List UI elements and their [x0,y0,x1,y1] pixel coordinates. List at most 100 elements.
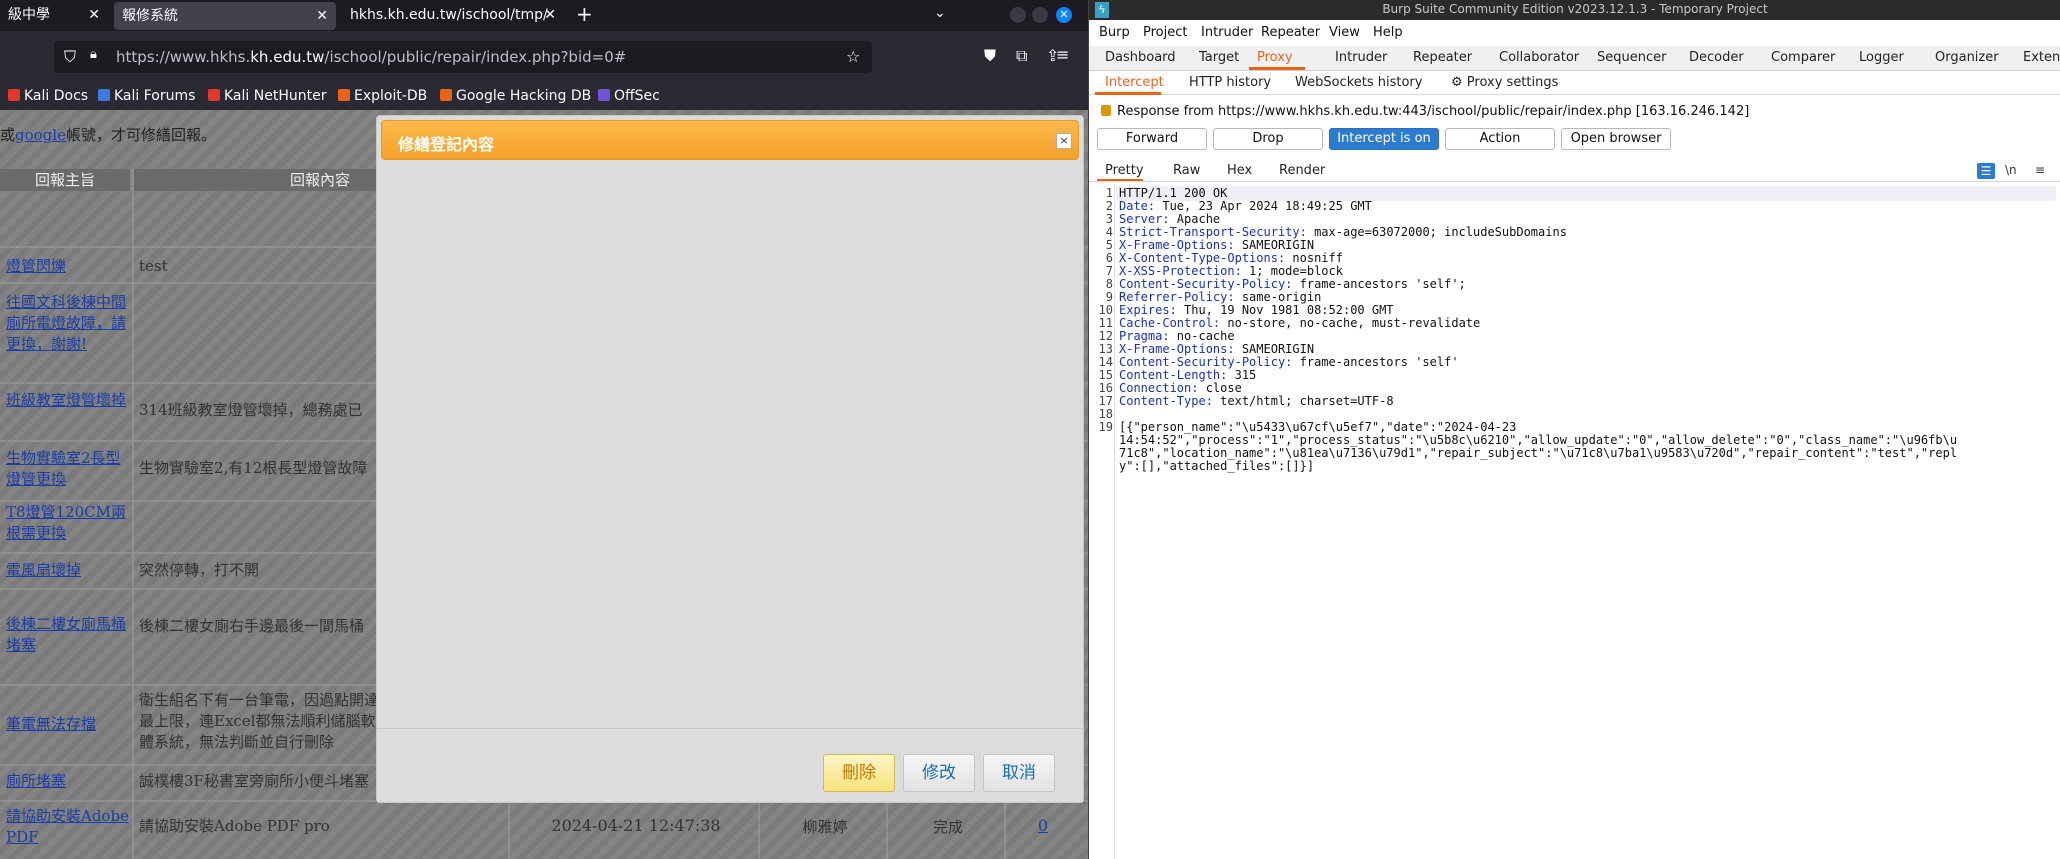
tab-raw[interactable]: Raw [1173,163,1200,178]
pocket-icon[interactable]: ⛊ [984,46,996,66]
tab-comparer[interactable]: Comparer [1771,50,1835,65]
hamburger-menu-icon[interactable]: ≡ [1056,45,1069,64]
menu-project[interactable]: Project [1143,25,1187,40]
nethunter-icon [208,89,220,101]
row-subject-link[interactable]: 班級教室燈管壞掉 [6,390,130,411]
edit-button[interactable]: 修改 [903,754,975,792]
dialog-title-bar[interactable]: 修繕登記內容 × [381,120,1079,160]
ghdb-icon [440,89,452,101]
response-body-wrap-line: 14:54:52","process":"1","process_status"… [1119,433,1958,447]
close-icon[interactable]: ✕ [88,0,100,31]
close-icon[interactable]: ✕ [544,0,556,31]
tab-pretty[interactable]: Pretty [1105,163,1144,178]
bookmark-kali-forums[interactable]: Kali Forums [98,88,195,104]
line-number: 8 [1105,277,1113,291]
extensions-icon[interactable]: ⧉ [1016,46,1027,66]
close-icon[interactable]: ✕ [316,2,328,30]
tab-hex[interactable]: Hex [1227,163,1252,178]
row-status: 完成 [932,818,963,836]
row-subject-link[interactable]: 生物實驗室2長型燈管更換 [6,448,130,490]
bookmark-kali-nethunter[interactable]: Kali NetHunter [208,88,326,104]
tab-collaborator[interactable]: Collaborator [1499,50,1579,65]
url-bar[interactable]: ⛉ 🔒︎ https://www.hkhs.kh.edu.tw/ischool/… [54,41,872,73]
proxy-settings-button[interactable]: ⚙ Proxy settings [1451,75,1558,90]
tab-render[interactable]: Render [1279,163,1325,178]
response-line: Expires: Thu, 19 Nov 1981 08:52:00 GMT [1119,303,1394,317]
delete-button[interactable]: 刪除 [823,754,895,792]
tab-school[interactable]: 級中學 ✕ [0,0,108,31]
shield-icon[interactable]: ⛉ [64,47,76,67]
tab-repair-system[interactable]: 報修系統 ✕ [114,2,336,30]
bookmark-offsec[interactable]: OffSec [598,88,660,104]
menu-burp[interactable]: Burp [1099,25,1130,40]
bookmark-google-hacking-db[interactable]: Google Hacking DB [440,88,591,104]
bookmark-kali-docs[interactable]: Kali Docs [8,88,88,104]
row-subject-link[interactable]: 筆電無法存檔 [6,714,130,735]
menu-bar: Burp Project Intruder Repeater View Help [1089,20,2060,46]
tab-intruder[interactable]: Intruder [1335,50,1387,65]
response-line: X-Content-Type-Options: nosniff [1119,251,1343,265]
bookmark-star-icon[interactable]: ☆ [846,47,860,66]
header-value: no-cache [1169,329,1235,343]
tab-http-history[interactable]: HTTP history [1189,75,1271,90]
tab-extensions[interactable]: Extens [2023,50,2060,65]
row-subject-link[interactable]: 後棟二樓女廁馬桶堵塞 [6,614,130,656]
bookmark-exploit-db[interactable]: Exploit-DB [338,88,427,104]
response-line: Pragma: no-cache [1119,329,1235,343]
tab-dashboard[interactable]: Dashboard [1105,50,1176,65]
line-number: 4 [1105,225,1113,239]
header-value: max-age=63072000; includeSubDomains [1306,225,1567,239]
tab-decoder[interactable]: Decoder [1689,50,1744,65]
tab-proxy[interactable]: Proxy [1257,50,1293,65]
menu-repeater[interactable]: Repeater [1261,25,1320,40]
open-browser-button[interactable]: Open browser [1561,128,1671,150]
row-reply-count-link[interactable]: 0 [1008,816,1078,835]
tab-sequencer[interactable]: Sequencer [1597,50,1666,65]
message-editor[interactable]: 1 2 3 4 5 6 7 8 9 10 11 12 13 14 15 16 17 18 19 HTTP/1.1 2… [1089,184,2060,859]
tab-websockets-history[interactable]: WebSockets history [1295,75,1422,90]
tab-organizer[interactable]: Organizer [1935,50,1999,65]
lock-icon[interactable]: 🔒︎ [90,47,97,62]
row-person: 柳雅婷 [802,818,848,836]
repair-detail-dialog: 修繕登記內容 × 刪除 修改 取消 [376,115,1084,803]
tab-tmp[interactable]: hkhs.kh.edu.tw/ischool/tmp/ ✕ [342,0,564,31]
close-window-button[interactable]: ✕ [1056,7,1072,23]
row-subject-link[interactable]: 燈管閃爍 [6,256,130,277]
row-subject-link[interactable]: 請協助安裝Adobe PDF [6,806,130,848]
wrap-lines-icon[interactable]: ☰ [1977,163,1995,179]
response-line: Content-Type: text/html; charset=UTF-8 [1119,394,1394,408]
close-icon[interactable]: × [1056,133,1072,149]
tab-repeater[interactable]: Repeater [1413,50,1472,65]
tab-intercept[interactable]: Intercept [1105,75,1164,90]
newline-icon[interactable]: \n [2005,163,2017,177]
maximize-button[interactable] [1032,7,1048,23]
url-text[interactable]: https://www.hkhs.kh.edu.tw/ischool/publi… [116,48,626,66]
minimize-button[interactable] [1010,7,1026,23]
row-subject-link[interactable]: T8燈管120CM兩根需更換 [6,502,130,544]
new-tab-plus-icon[interactable]: + [576,0,593,29]
cancel-button[interactable]: 取消 [983,754,1055,792]
google-login-link[interactable]: google [15,126,66,144]
tab-logger[interactable]: Logger [1859,50,1904,65]
row-subject-link[interactable]: 往國文科後棟中間廁所電燈故障，請更換，謝謝! [6,292,130,355]
row-subject-link[interactable]: 電風扇壞掉 [6,560,130,581]
row-subject-link[interactable]: 廁所堵塞 [6,771,130,792]
action-button[interactable]: Action [1445,128,1555,150]
header-name: Date: [1119,199,1156,213]
header-value: [{"person_name":"\u5433\u67cf\u5ef7","da… [1119,420,1517,434]
drop-button[interactable]: Drop [1213,128,1323,150]
intercept-toggle-button[interactable]: Intercept is on [1329,128,1439,150]
response-line: Cache-Control: no-store, no-cache, must-… [1119,316,1480,330]
menu-view[interactable]: View [1329,25,1360,40]
line-number: 7 [1105,264,1113,278]
tab-target[interactable]: Target [1199,50,1239,65]
header-value: frame-ancestors 'self'; [1292,277,1466,291]
response-line: Content-Security-Policy: frame-ancestors… [1119,355,1459,369]
chevron-down-icon[interactable]: ⌄ [934,5,946,21]
menu-icon[interactable]: ≡ [2035,163,2045,177]
header-name: Referrer-Policy: [1119,290,1235,304]
menu-intruder[interactable]: Intruder [1201,25,1253,40]
menu-help[interactable]: Help [1373,25,1403,40]
forward-button[interactable]: Forward [1097,128,1207,150]
header-value: close [1198,381,1242,395]
